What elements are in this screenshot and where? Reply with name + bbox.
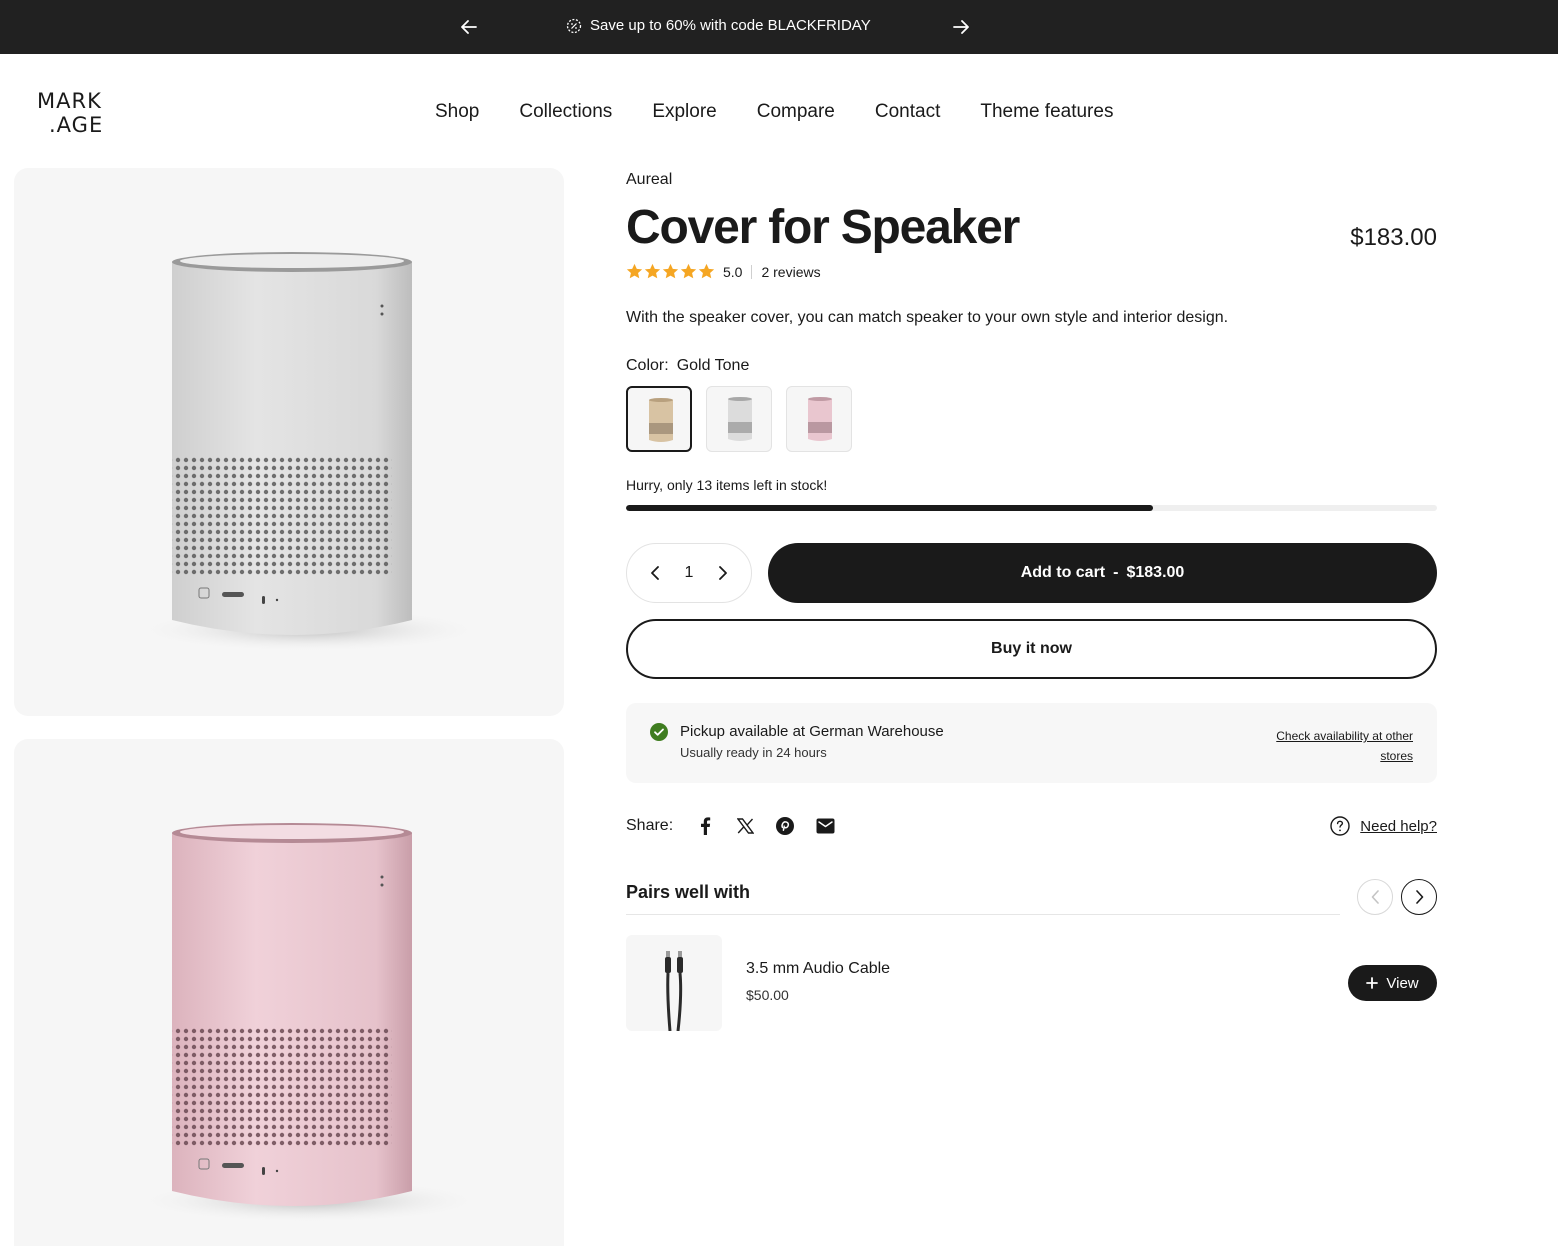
nav-collections[interactable]: Collections (519, 101, 612, 123)
star-icon (698, 263, 715, 279)
star-icon (662, 263, 679, 279)
stock-progress-bar (626, 505, 1437, 511)
pinterest-icon[interactable] (775, 816, 795, 836)
view-button-label: View (1386, 974, 1419, 992)
nav-explore[interactable]: Explore (652, 101, 716, 123)
product-vendor[interactable]: Aureal (626, 171, 672, 189)
product-title: Cover for Speaker (626, 201, 1020, 254)
color-label: Color: Gold Tone (626, 357, 749, 375)
swatch-gold-tone[interactable] (626, 386, 692, 452)
svg-text:MARK: MARK (37, 89, 102, 113)
color-swatches (626, 386, 852, 452)
color-selected-value: Gold Tone (676, 357, 750, 374)
arrow-right-icon[interactable] (948, 14, 974, 40)
carousel-next-button[interactable] (1401, 879, 1437, 915)
pickup-title: Pickup available at German Warehouse (680, 723, 944, 740)
pair-product-name[interactable]: 3.5 mm Audio Cable (746, 960, 890, 978)
svg-text:.AGE: .AGE (49, 113, 103, 136)
rating-score: 5.0 (723, 264, 753, 279)
store-logo[interactable]: MARK .AGE (36, 88, 116, 136)
quantity-stepper: 1 (626, 543, 752, 603)
swatch-pink[interactable] (786, 386, 852, 452)
site-header: MARK .AGE Shop Collections Explore Compa… (0, 54, 1558, 166)
view-product-button[interactable]: View (1348, 965, 1437, 1001)
quantity-decrease-button[interactable] (645, 563, 665, 583)
audio-cable-image[interactable] (626, 935, 722, 1031)
check-availability-link[interactable]: Check availability at other stores (1273, 726, 1413, 766)
share-row: Share: (626, 816, 855, 836)
pickup-availability: Pickup available at German Warehouse Usu… (626, 703, 1437, 783)
chevron-left-icon (651, 566, 659, 580)
product-image-pink[interactable] (14, 739, 564, 1246)
star-icon (644, 263, 661, 279)
sale-tag-icon (566, 18, 582, 33)
chevron-right-icon (719, 566, 727, 580)
need-help-text: Need help? (1360, 817, 1437, 835)
arrow-left-icon[interactable] (456, 14, 482, 40)
email-icon[interactable] (815, 816, 835, 836)
star-icon (626, 263, 643, 279)
carousel-prev-button[interactable] (1357, 879, 1393, 915)
nav-shop[interactable]: Shop (435, 101, 479, 123)
check-circle-icon (650, 723, 668, 741)
chevron-right-icon (1415, 890, 1423, 904)
need-help-link[interactable]: Need help? (1330, 816, 1437, 836)
add-to-cart-button[interactable]: Add to cart - $183.00 (768, 543, 1437, 603)
announcement-text: Save up to 60% with code BLACKFRIDAY (590, 17, 871, 34)
product-price: $183.00 (1350, 224, 1437, 251)
nav-theme-features[interactable]: Theme features (980, 101, 1113, 123)
pair-product-price: $50.00 (746, 987, 789, 1003)
stock-progress-fill (626, 505, 1154, 511)
plus-icon (1366, 977, 1379, 989)
star-icon (680, 263, 697, 279)
chevron-left-icon (1371, 890, 1379, 904)
main-nav: Shop Collections Explore Compare Contact… (435, 101, 1113, 123)
x-icon[interactable] (735, 816, 755, 836)
add-to-cart-separator: - (1113, 564, 1119, 581)
product-description: With the speaker cover, you can match sp… (626, 309, 1229, 326)
nav-compare[interactable]: Compare (757, 101, 835, 123)
stock-message: Hurry, only 13 items left in stock! (626, 477, 828, 493)
announcement-bar: Save up to 60% with code BLACKFRIDAY (0, 0, 1558, 54)
quantity-value[interactable]: 1 (685, 564, 694, 582)
facebook-icon[interactable] (695, 816, 715, 836)
product-rating[interactable]: 5.0 2 reviews (626, 263, 821, 280)
buy-now-button[interactable]: Buy it now (626, 619, 1437, 679)
color-label-text: Color: (626, 357, 669, 374)
pairs-well-with-title: Pairs well with (626, 882, 751, 902)
review-count[interactable]: 2 reviews (761, 264, 820, 280)
rating-stars (626, 263, 715, 280)
pairs-divider (626, 914, 1340, 915)
swatch-silver[interactable] (706, 386, 772, 452)
nav-contact[interactable]: Contact (875, 101, 940, 123)
quantity-increase-button[interactable] (713, 563, 733, 583)
product-image-silver[interactable] (14, 168, 564, 716)
announcement-message: Save up to 60% with code BLACKFRIDAY (566, 17, 871, 34)
pickup-subtitle: Usually ready in 24 hours (680, 745, 827, 760)
add-to-cart-price: $183.00 (1126, 564, 1185, 581)
share-label: Share: (626, 817, 674, 834)
add-to-cart-label: Add to cart (1020, 564, 1106, 581)
question-circle-icon (1330, 816, 1350, 836)
